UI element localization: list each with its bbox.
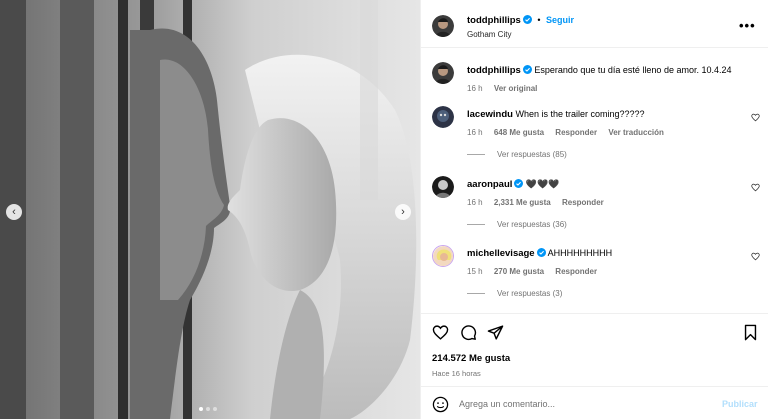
avatar[interactable]	[432, 106, 454, 128]
post-location[interactable]: Gotham City	[467, 30, 511, 39]
avatar[interactable]	[432, 62, 454, 84]
comment-time[interactable]: 16 h	[467, 128, 483, 137]
replies-divider	[467, 224, 485, 225]
emoji-smiley-icon[interactable]	[432, 396, 449, 413]
comment-username[interactable]: aaronpaul	[467, 179, 512, 190]
comment-text: When is the trailer coming?????	[515, 109, 645, 119]
previous-image-button[interactable]: ‹	[6, 204, 22, 220]
post-actions: 214.572 Me gusta Hace 16 horas Publicar	[421, 313, 768, 419]
avatar[interactable]	[432, 15, 454, 37]
avatar[interactable]	[432, 245, 454, 267]
photo-image	[0, 0, 420, 419]
follow-button[interactable]: Seguir	[546, 15, 574, 25]
save-bookmark-icon[interactable]	[742, 324, 759, 341]
separator-dot: •	[537, 15, 541, 25]
comment-input[interactable]	[459, 396, 699, 412]
view-replies-button[interactable]: Ver respuestas (36)	[467, 220, 567, 229]
view-replies-label: Ver respuestas (85)	[497, 150, 567, 159]
post-header: toddphillips • Seguir Gotham City •••	[421, 0, 768, 48]
comment-text: 🖤🖤🖤	[525, 179, 560, 189]
comment-text: AHHHHHHHHH	[547, 248, 613, 258]
replies-divider	[467, 154, 485, 155]
verified-badge-icon	[522, 15, 532, 24]
post-likes-count[interactable]: 214.572 Me gusta	[432, 353, 510, 364]
post-photo[interactable]: ‹ ›	[0, 0, 420, 419]
carousel-dot	[206, 407, 210, 411]
chevron-right-icon: ›	[401, 206, 405, 218]
post-timestamp[interactable]: Hace 16 horas	[432, 369, 481, 378]
caption-time[interactable]: 16 h	[467, 84, 483, 93]
comment-likes[interactable]: 648 Me gusta	[494, 128, 544, 137]
more-options-button[interactable]: •••	[739, 18, 756, 33]
carousel-dot	[213, 407, 217, 411]
view-replies-button[interactable]: Ver respuestas (3)	[467, 289, 562, 298]
verified-badge-icon	[522, 65, 532, 74]
comment-time[interactable]: 15 h	[467, 267, 483, 276]
see-original-button[interactable]: Ver original	[494, 84, 538, 93]
caption-text: Esperando que tu día esté lleno de amor.…	[534, 65, 732, 75]
like-comment-heart-icon[interactable]	[751, 252, 760, 261]
translate-button[interactable]: Ver traducción	[608, 128, 664, 137]
comment-username[interactable]: michellevisage	[467, 248, 535, 259]
reply-button[interactable]: Responder	[562, 198, 604, 207]
post-side-panel: toddphillips • Seguir Gotham City ••• to…	[420, 0, 768, 419]
reply-button[interactable]: Responder	[555, 267, 597, 276]
view-replies-label: Ver respuestas (3)	[497, 289, 563, 298]
instagram-post-view: ‹ › toddphillips • Seguir Gotham City ••…	[0, 0, 768, 419]
comment-username[interactable]: lacewindu	[467, 109, 513, 120]
add-comment-bar: Publicar	[421, 386, 768, 419]
verified-badge-icon	[536, 248, 546, 257]
like-comment-heart-icon[interactable]	[751, 113, 760, 122]
caption-username[interactable]: toddphillips	[467, 65, 521, 76]
verified-badge-icon	[514, 179, 524, 188]
comment-likes[interactable]: 2,331 Me gusta	[494, 198, 551, 207]
chevron-left-icon: ‹	[12, 206, 16, 218]
replies-divider	[467, 293, 485, 294]
more-horizontal-icon: •••	[739, 18, 756, 33]
like-heart-icon[interactable]	[432, 324, 449, 341]
comment-likes[interactable]: 270 Me gusta	[494, 267, 544, 276]
reply-button[interactable]: Responder	[555, 128, 597, 137]
avatar[interactable]	[432, 176, 454, 198]
post-author-username[interactable]: toddphillips	[467, 15, 521, 26]
publish-button[interactable]: Publicar	[722, 399, 758, 409]
carousel-indicator	[199, 407, 217, 411]
view-replies-button[interactable]: Ver respuestas (85)	[467, 150, 567, 159]
next-image-button[interactable]: ›	[395, 204, 411, 220]
comment-bubble-icon[interactable]	[460, 324, 477, 341]
comment-time[interactable]: 16 h	[467, 198, 483, 207]
carousel-dot	[199, 407, 203, 411]
share-paper-plane-icon[interactable]	[487, 324, 504, 341]
like-comment-heart-icon[interactable]	[751, 183, 760, 192]
view-replies-label: Ver respuestas (36)	[497, 220, 567, 229]
